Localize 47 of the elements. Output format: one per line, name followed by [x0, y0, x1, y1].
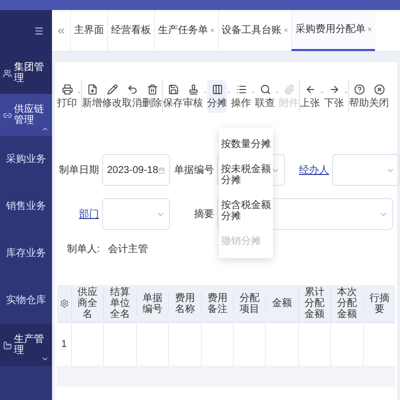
sidebar-subitem[interactable]: 库存业务	[6, 246, 46, 261]
toolbar-button[interactable]: 联查	[255, 80, 275, 112]
toolbar-button[interactable]: 审核	[183, 80, 203, 112]
toolbar-button[interactable]: 分摊	[207, 80, 227, 112]
toolbar-button[interactable]: 保存	[163, 80, 183, 112]
toolbar-button[interactable]: 上张	[300, 80, 320, 112]
column-header: 分配项目	[233, 292, 266, 314]
sidebar-subitem[interactable]: 实物仓库	[6, 293, 46, 308]
row-number: 1	[61, 338, 67, 352]
sidebar-item[interactable]: 供应链管理	[0, 94, 52, 136]
creator-label: 制单人:	[67, 242, 100, 257]
tab[interactable]: 主界面	[70, 10, 107, 51]
sidebar-item[interactable]: 生产管理	[0, 324, 52, 366]
menu-item[interactable]: 按未税金额分摊	[219, 157, 273, 193]
toolbar-button[interactable]: 打印	[57, 80, 77, 112]
tab[interactable]: 经营看板	[107, 10, 154, 51]
column-header: 本次分配金额	[330, 287, 363, 320]
menu-item[interactable]: 按数量分摊	[219, 132, 273, 157]
column-header: 费用名称	[168, 292, 201, 314]
column-header: 累计分配金额	[298, 287, 330, 320]
sidebar-item[interactable]: 集团管理	[0, 52, 52, 94]
date-field[interactable]: 2023-09-18	[102, 154, 170, 186]
column-header: 结算单位全名	[103, 287, 136, 320]
column-header: 供应商全名	[71, 287, 104, 320]
menu-item[interactable]: 按含税金额分摊	[219, 193, 273, 229]
toolbar-button[interactable]: 取消	[122, 80, 142, 112]
column-header: 行摘要	[362, 292, 396, 314]
field-link[interactable]: 经办人	[289, 162, 329, 178]
tab[interactable]: 生产任务单 ×	[154, 10, 218, 51]
toolbar-button[interactable]: 修改	[102, 80, 122, 112]
column-header: 金额	[265, 298, 298, 309]
toolbar-button[interactable]: 下张	[324, 80, 344, 112]
sidebar-subitem[interactable]: 销售业务	[6, 199, 46, 214]
sidebar-subitem[interactable]: 采购业务	[6, 152, 46, 167]
toolbar-button[interactable]: 新增	[82, 80, 102, 112]
toolbar-button[interactable]: 删除	[142, 80, 162, 112]
toolbar-button[interactable]: 关闭	[369, 80, 389, 112]
field-link[interactable]: 部门	[59, 206, 99, 222]
tab[interactable]: 采购费用分配单 ×	[291, 10, 376, 51]
column-header: 单据编号	[136, 292, 168, 314]
toolbar-button[interactable]: 帮助	[349, 80, 369, 112]
creator-value: 会计主管	[108, 242, 148, 257]
field-label: 制单日期	[59, 164, 99, 178]
field-label: 摘要	[193, 208, 214, 222]
field-label: 单据编号	[174, 164, 214, 178]
toolbar-button[interactable]: 操作	[231, 80, 251, 112]
column-header: 费用备注	[200, 292, 234, 314]
